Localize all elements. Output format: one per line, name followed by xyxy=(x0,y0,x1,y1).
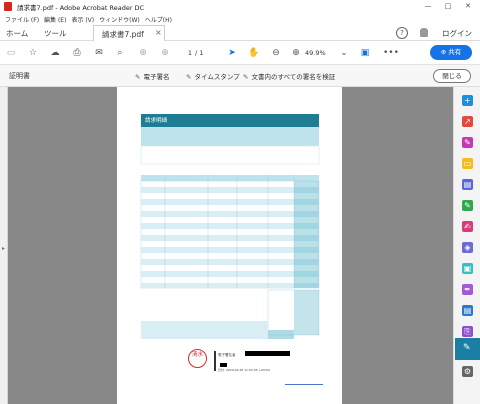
select-cursor-icon[interactable]: ➤ xyxy=(226,48,238,59)
verify-label: 文書内のすべての署名を検証 xyxy=(251,73,336,81)
sign-icon[interactable]: ✎ xyxy=(462,200,473,211)
signature-date: 日付: 2020.09.28 11:02:45 +09'00' xyxy=(218,368,271,372)
tab-document-label: 請求書7.pdf xyxy=(102,30,144,39)
tab-close-icon[interactable]: × xyxy=(155,28,162,37)
left-nav-strip[interactable]: ▸ xyxy=(0,87,8,404)
zoom-out-icon[interactable]: ⊖ xyxy=(270,48,282,59)
tab-tools[interactable]: ツール xyxy=(44,28,67,39)
close-window-button[interactable]: ✕ xyxy=(460,0,476,13)
page-up-icon[interactable]: ⊕ xyxy=(137,48,149,59)
menu-window[interactable]: ウィンドウ(W) xyxy=(99,15,140,24)
invoice-title: 請求明細 xyxy=(145,118,168,124)
bell-icon[interactable] xyxy=(420,28,428,37)
verify-signatures-button[interactable]: ✎ 文書内のすべての署名を検証 xyxy=(243,71,335,81)
zoom-in-icon[interactable]: ⊕ xyxy=(290,48,302,59)
window-title: 請求書7.pdf - Adobe Acrobat Reader DC xyxy=(17,3,145,12)
login-link[interactable]: ログイン xyxy=(442,28,472,39)
acrobat-app-icon xyxy=(4,2,12,11)
mail-icon[interactable]: ✉ xyxy=(93,48,105,59)
clock-pen-icon: ✎ xyxy=(186,73,192,81)
help-icon[interactable]: ? xyxy=(396,27,408,39)
certificate-title: 証明書 xyxy=(9,72,30,80)
seal-text: 清水 xyxy=(191,352,203,358)
pdf-page[interactable]: 請求明細 清水 電子署名者 日付: 2020.09.28 11:02:45 +0… xyxy=(117,87,342,404)
page-total: / 1 xyxy=(195,49,204,57)
share-button[interactable]: ⊕ 共有 xyxy=(430,45,472,60)
timestamp-button[interactable]: ✎ タイムスタンプ xyxy=(186,71,240,81)
more-options-icon[interactable]: ••• xyxy=(383,48,399,59)
pen-tool-icon[interactable]: ✒ xyxy=(462,284,473,295)
redact-icon[interactable]: ▤ xyxy=(462,305,473,316)
page-down-icon[interactable]: ⊕ xyxy=(159,48,171,59)
chevron-down-icon[interactable]: ⌄ xyxy=(338,48,350,59)
comment-icon[interactable]: ▭ xyxy=(462,158,473,169)
fill-sign-icon[interactable]: ✍ xyxy=(462,221,473,232)
redacted-id xyxy=(220,363,227,367)
menu-help[interactable]: ヘルプ(H) xyxy=(145,15,172,24)
upload-cloud-icon[interactable]: ☁ xyxy=(49,48,61,59)
share-label: 共有 xyxy=(448,48,462,56)
pen-icon: ✎ xyxy=(135,73,141,81)
certificate-icon[interactable]: ✎ xyxy=(455,338,480,360)
zoom-level-select[interactable]: 49.9% xyxy=(305,47,326,59)
page-fit-icon[interactable]: ▣ xyxy=(359,48,371,59)
menu-edit[interactable]: 編集 (E) xyxy=(44,15,66,24)
right-tools-panel: + ↗ ✎ ▭ ▤ ✎ ✍ ◈ ▣ ✒ ▤ ⎘ ✎ ⚙ xyxy=(453,87,480,404)
invoice-table xyxy=(140,175,320,339)
timestamp-label: タイムスタンプ xyxy=(194,73,240,81)
menu-file[interactable]: ファイル (F) xyxy=(5,15,39,24)
page-number-input[interactable]: 1 xyxy=(176,47,192,59)
hand-tool-icon[interactable]: ✋ xyxy=(248,48,260,59)
tab-document[interactable]: 請求書7.pdf × xyxy=(93,25,165,41)
bookmark-star-icon[interactable]: ☆ xyxy=(27,48,39,59)
signature-label: 電子署名者 xyxy=(218,353,236,357)
tab-home[interactable]: ホーム xyxy=(6,28,28,39)
certificate-toolbar: 証明書 ✎ 電子署名 ✎ タイムスタンプ ✎ 文書内のすべての署名を検証 閉じる xyxy=(0,65,480,87)
e-sign-button[interactable]: ✎ 電子署名 xyxy=(135,71,169,81)
footer-link xyxy=(285,384,323,385)
zoom-search-icon[interactable]: ⌕ xyxy=(114,48,126,59)
signature-divider xyxy=(214,351,216,371)
save-icon[interactable]: ▭ xyxy=(5,48,17,59)
maximize-button[interactable]: □ xyxy=(440,0,456,13)
expand-arrow-icon[interactable]: ▸ xyxy=(2,245,5,252)
title-bar: 請求書7.pdf - Adobe Acrobat Reader DC — □ ✕ xyxy=(0,0,480,13)
compress-icon[interactable]: ▣ xyxy=(462,263,473,274)
minimize-button[interactable]: — xyxy=(420,0,436,13)
combine-icon[interactable]: ▤ xyxy=(462,179,473,190)
stamp-icon[interactable]: ⎘ xyxy=(462,326,473,337)
certificate-pen-icon: ✎ xyxy=(463,343,471,353)
protect-icon[interactable]: ◈ xyxy=(462,242,473,253)
e-sign-label: 電子署名 xyxy=(143,73,170,81)
main-toolbar: ▭ ☆ ☁ ⎙ ✉ ⌕ ⊕ ⊕ 1 / 1 ➤ ✋ ⊖ ⊕ 49.9% ⌄ ▣ … xyxy=(0,41,480,65)
menu-view[interactable]: 表示 (V) xyxy=(71,15,94,24)
close-cert-button[interactable]: 閉じる xyxy=(433,69,471,83)
export-pdf-icon[interactable]: ↗ xyxy=(462,116,473,127)
edit-pdf-icon[interactable]: ✎ xyxy=(462,137,473,148)
print-icon[interactable]: ⎙ xyxy=(71,48,83,59)
menu-bar: ファイル (F) 編集 (E) 表示 (V) ウィンドウ(W) ヘルプ(H) xyxy=(0,13,480,25)
create-pdf-icon[interactable]: + xyxy=(462,95,473,106)
redacted-name xyxy=(245,351,290,356)
tools-icon[interactable]: ⚙ xyxy=(462,366,473,377)
company-seal: 清水 xyxy=(188,349,207,368)
tab-bar: ホーム ツール 請求書7.pdf × ? ログイン xyxy=(0,25,480,41)
verify-pen-icon: ✎ xyxy=(243,73,249,81)
